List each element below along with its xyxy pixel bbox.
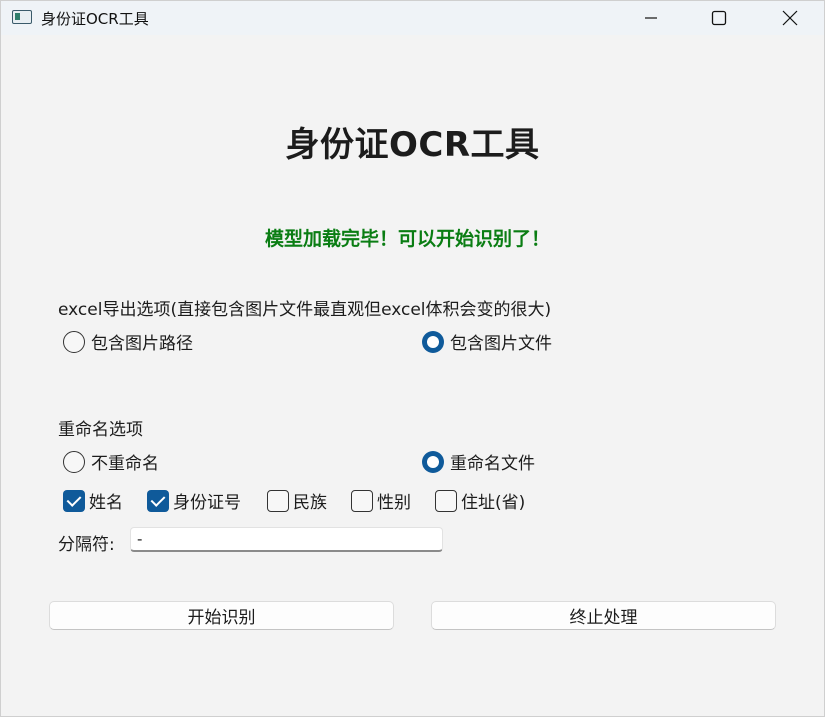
checkbox-unchecked-icon xyxy=(267,489,289,512)
checkbox-unchecked-icon xyxy=(351,489,373,512)
checkbox-label: 性别 xyxy=(377,493,411,513)
checkbox-checked-icon xyxy=(63,489,85,512)
radio-label: 包含图片文件 xyxy=(450,334,552,354)
minimize-icon xyxy=(645,17,657,19)
checkbox-id-number[interactable]: 身份证号 xyxy=(147,488,241,513)
radio-checked-icon xyxy=(422,450,444,473)
app-window: 身份证OCR工具 身份证OCR工具 模型加载完毕！可以开始识别了！ excel导… xyxy=(0,0,825,717)
separator-label: 分隔符: xyxy=(58,535,115,555)
radio-unchecked-icon xyxy=(63,330,85,353)
checkbox-label: 民族 xyxy=(293,493,327,513)
radio-include-image-path[interactable]: 包含图片路径 xyxy=(63,329,193,354)
page-title: 身份证OCR工具 xyxy=(285,125,540,165)
separator-input[interactable] xyxy=(130,527,443,552)
stop-processing-button[interactable]: 终止处理 xyxy=(431,601,776,630)
rename-options-label: 重命名选项 xyxy=(58,420,143,440)
radio-rename-file[interactable]: 重命名文件 xyxy=(422,449,535,474)
checkbox-address-province[interactable]: 住址(省) xyxy=(435,488,525,513)
radio-label: 包含图片路径 xyxy=(91,334,193,354)
close-button[interactable] xyxy=(767,1,813,35)
checkbox-label: 姓名 xyxy=(89,493,123,513)
app-window-icon xyxy=(12,10,32,24)
window-title: 身份证OCR工具 xyxy=(41,10,149,28)
radio-checked-icon xyxy=(422,330,444,353)
status-message: 模型加载完毕！可以开始识别了！ xyxy=(264,228,550,250)
radio-unchecked-icon xyxy=(63,450,85,473)
minimize-button[interactable] xyxy=(628,1,674,35)
checkbox-ethnicity[interactable]: 民族 xyxy=(267,488,327,513)
excel-options-label: excel导出选项(直接包含图片文件最直观但excel体积会变的很大) xyxy=(58,300,552,320)
radio-label: 重命名文件 xyxy=(450,454,535,474)
checkbox-label: 住址(省) xyxy=(461,493,526,513)
close-icon xyxy=(782,10,798,26)
checkbox-name[interactable]: 姓名 xyxy=(63,488,123,513)
maximize-button[interactable] xyxy=(696,1,742,35)
checkbox-label: 身份证号 xyxy=(173,493,241,513)
checkbox-gender[interactable]: 性别 xyxy=(351,488,411,513)
checkbox-checked-icon xyxy=(147,489,169,512)
maximize-icon xyxy=(711,10,727,26)
radio-label: 不重命名 xyxy=(91,454,159,474)
title-bar[interactable]: 身份证OCR工具 xyxy=(1,1,824,35)
radio-no-rename[interactable]: 不重命名 xyxy=(63,449,159,474)
radio-include-image-file[interactable]: 包含图片文件 xyxy=(422,329,552,354)
start-recognition-button[interactable]: 开始识别 xyxy=(49,601,394,630)
checkbox-unchecked-icon xyxy=(435,489,457,512)
